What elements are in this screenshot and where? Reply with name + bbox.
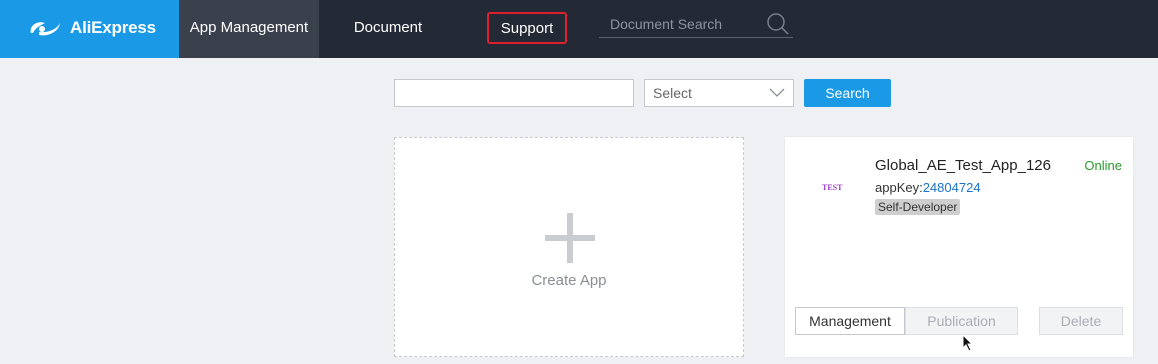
nav-document[interactable]: Document [336, 0, 440, 58]
app-card: TEST Global_AE_Test_App_126 Online appKe… [785, 137, 1133, 357]
aliexpress-logo[interactable]: AliExpress [0, 0, 179, 58]
developer-type-tag: Self-Developer [875, 199, 961, 215]
create-app-label: Create App [531, 272, 607, 289]
app-filter-select[interactable]: Select [644, 79, 794, 107]
app-name[interactable]: Global_AE_Test_App_126 [875, 157, 1051, 174]
app-key-label: appKey: [875, 180, 923, 195]
document-search [599, 10, 793, 38]
app-key-value: 24804724 [922, 180, 981, 195]
select-label: Select [653, 85, 692, 101]
chevron-down-icon [769, 88, 785, 97]
nav-app-management[interactable]: App Management [179, 0, 319, 58]
aliexpress-logo-icon [30, 22, 60, 36]
mouse-cursor-icon [962, 334, 974, 352]
app-filter-input[interactable] [394, 79, 634, 107]
app-thumbnail: TEST [822, 183, 843, 192]
search-button[interactable]: Search [804, 79, 891, 107]
top-navigation-bar: AliExpress App Management Document Suppo… [0, 0, 1158, 58]
nav-support[interactable]: Support [487, 12, 567, 44]
management-button[interactable]: Management [795, 307, 905, 335]
search-icon[interactable] [766, 12, 790, 36]
delete-button[interactable]: Delete [1039, 307, 1123, 335]
app-key: appKey:24804724 [875, 180, 981, 195]
document-search-input[interactable] [608, 14, 762, 34]
plus-icon [545, 213, 595, 263]
status-badge: Online [1084, 158, 1122, 173]
create-app-card[interactable]: Create App [394, 137, 744, 357]
publication-button[interactable]: Publication [905, 307, 1018, 335]
brand-name: AliExpress [70, 18, 156, 37]
